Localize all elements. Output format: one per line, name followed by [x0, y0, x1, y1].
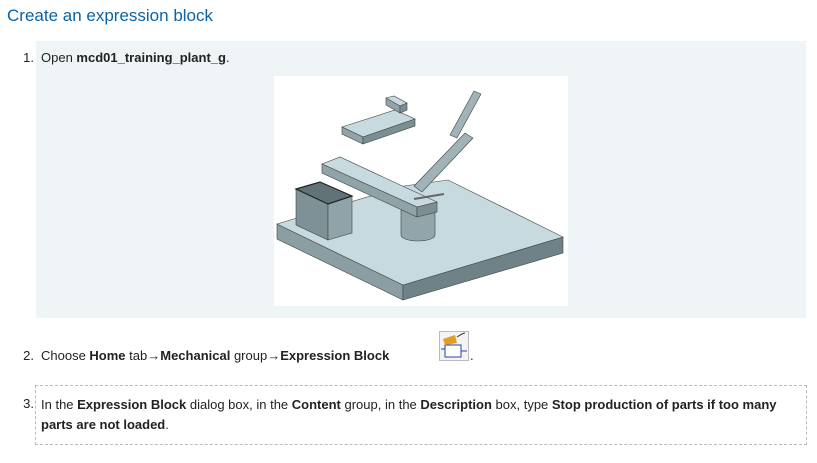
step-number: 1. [23, 50, 34, 65]
step-number: 3. [23, 396, 34, 411]
step-1-text: Open mcd01_training_plant_g. [41, 50, 230, 65]
step-3-text: In the Expression Block dialog box, in t… [41, 397, 777, 432]
step-2-text: Choose Home tab→Mechanical group→Express… [41, 348, 390, 363]
expression-block-icon [439, 331, 469, 361]
page-title: Create an expression block [7, 6, 214, 25]
period: . [470, 348, 474, 363]
step-number: 2. [23, 348, 34, 363]
plant-model-image [274, 76, 568, 306]
